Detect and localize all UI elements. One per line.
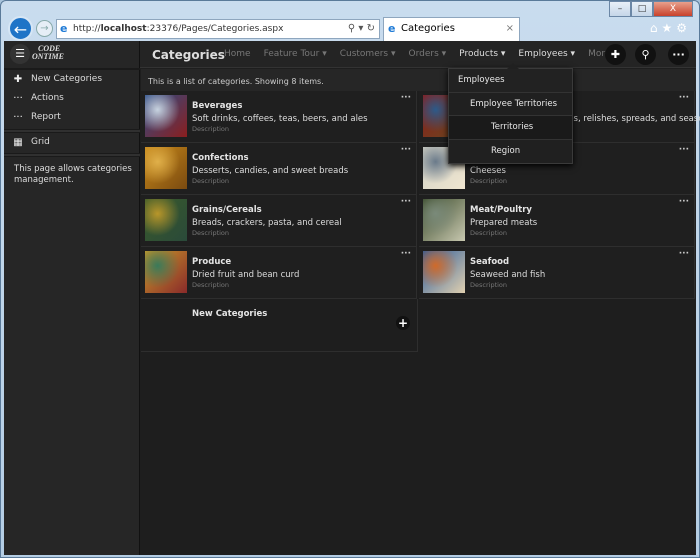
category-description: Soft drinks, coffees, teas, beers, and a… [192, 114, 368, 124]
sidebar-item-grid[interactable]: ▦ Grid [4, 133, 140, 152]
minimize-button[interactable]: – [609, 1, 631, 17]
field-label: Description [470, 177, 508, 185]
category-image [145, 95, 187, 137]
more-icon[interactable]: ··· [679, 145, 689, 155]
category-name: Grains/Cereals [192, 205, 262, 215]
category-name: Seafood [470, 257, 510, 267]
new-categories-card[interactable]: New Categories + [141, 299, 418, 352]
more-icon: ··· [13, 112, 23, 123]
ie-icon: e [388, 22, 396, 35]
category-image [423, 251, 465, 293]
grid-icon: ▦ [13, 137, 23, 148]
browser-tab[interactable]: e Categories × [383, 17, 520, 41]
sidebar: ☰ CODE ONTIME ✚ New Categories ··· Actions … [4, 41, 140, 555]
close-window-button[interactable]: X [653, 1, 693, 17]
nav-products[interactable]: Products ▾ [459, 49, 505, 59]
category-description: Prepared meats [470, 218, 538, 228]
forward-button[interactable]: → [36, 20, 53, 37]
search-button[interactable]: ⚲ [635, 44, 656, 65]
new-card-title: New Categories [192, 309, 268, 319]
menu-item-employee-territories[interactable]: Employee Territories [449, 93, 572, 116]
sidebar-item-label: Report [31, 112, 61, 122]
menu-item-territories[interactable]: Territories [449, 116, 572, 140]
more-icon[interactable]: ··· [401, 145, 411, 155]
browser-window: – □ X ← → e http://localhost:23376/Pages/Ca… [0, 0, 700, 558]
field-label: Description [470, 281, 508, 289]
category-card[interactable]: Grains/Cereals Breads, crackers, pasta, … [141, 195, 417, 247]
tab-title: Categories [401, 23, 455, 34]
employees-dropdown: Employees Employee Territories Territori… [448, 63, 573, 164]
back-button[interactable]: ← [8, 16, 33, 41]
category-name: Meat/Poultry [470, 205, 532, 215]
field-label: Description [192, 125, 230, 133]
more-icon[interactable]: ··· [679, 93, 689, 103]
field-label: Description [470, 229, 508, 237]
category-image [423, 199, 465, 241]
info-bar: This is a list of categories. Showing 8 … [141, 69, 696, 91]
category-name: Beverages [192, 101, 243, 111]
sidebar-item-new-categories[interactable]: ✚ New Categories [4, 70, 140, 89]
plus-icon[interactable]: + [396, 316, 410, 330]
menu-icon[interactable]: ☰ [10, 44, 30, 64]
more-icon[interactable]: ··· [679, 249, 689, 259]
url-host: localhost [100, 24, 147, 34]
category-description: Desserts, candies, and sweet breads [192, 166, 349, 176]
sidebar-item-actions[interactable]: ··· Actions [4, 89, 140, 108]
category-card[interactable]: Meat/Poultry Prepared meats Description … [419, 195, 695, 247]
main-nav: Home Feature Tour ▾ Customers ▾ Orders ▾… [224, 49, 631, 59]
more-icon: ··· [13, 93, 23, 104]
category-image [145, 199, 187, 241]
maximize-button[interactable]: □ [631, 1, 653, 17]
url-path: :23376/Pages/Categories.aspx [146, 24, 284, 34]
home-star-gear-icons[interactable]: ⌂★⚙ [650, 21, 691, 35]
sidebar-item-label: Grid [31, 137, 50, 147]
more-icon[interactable]: ··· [401, 197, 411, 207]
ie-icon: e [60, 22, 68, 35]
window-controls: – □ X [609, 1, 693, 17]
category-image [145, 147, 187, 189]
field-label: Description [192, 177, 230, 185]
category-description: Seaweed and fish [470, 270, 546, 280]
menu-item-employees[interactable]: Employees [449, 69, 572, 93]
category-card[interactable]: Seafood Seaweed and fish Description ··· [419, 247, 695, 299]
code-on-time-logo: CODE ONTIME [32, 44, 65, 61]
sidebar-item-report[interactable]: ··· Report [4, 108, 140, 127]
url-prefix: http:// [73, 24, 101, 34]
nav-home[interactable]: Home [224, 49, 251, 59]
field-label: Description [192, 229, 230, 237]
category-name: Confections [192, 153, 249, 163]
category-description: Dried fruit and bean curd [192, 270, 300, 280]
menu-item-region[interactable]: Region [449, 140, 572, 164]
search-refresh-icon[interactable]: ⚲ ▾ ↻ [348, 20, 375, 38]
nav-customers[interactable]: Customers ▾ [340, 49, 396, 59]
more-icon[interactable]: ··· [679, 197, 689, 207]
category-card[interactable]: Confections Desserts, candies, and sweet… [141, 143, 417, 195]
category-description: Cheeses [470, 166, 506, 176]
add-button[interactable]: ✚ [605, 44, 626, 65]
nav-feature-tour[interactable]: Feature Tour ▾ [264, 49, 327, 59]
more-button[interactable]: ··· [668, 44, 689, 65]
sidebar-item-label: Actions [31, 93, 64, 103]
plus-icon: ✚ [13, 74, 23, 85]
close-tab-icon[interactable]: × [506, 18, 514, 40]
field-label: Description [192, 281, 230, 289]
page-description: This page allows categories management. [14, 164, 132, 185]
more-icon[interactable]: ··· [401, 93, 411, 103]
category-description: Breads, crackers, pasta, and cereal [192, 218, 342, 228]
category-image [145, 251, 187, 293]
more-icon[interactable]: ··· [401, 249, 411, 259]
nav-orders[interactable]: Orders ▾ [409, 49, 447, 59]
category-card[interactable]: Produce Dried fruit and bean curd Descri… [141, 247, 417, 299]
nav-employees[interactable]: Employees ▾ [518, 49, 575, 59]
address-bar[interactable]: e http://localhost:23376/Pages/Categories… [56, 19, 380, 39]
category-name: Produce [192, 257, 232, 267]
app: ☰ CODE ONTIME ✚ New Categories ··· Actions … [4, 41, 700, 555]
category-card[interactable]: Beverages Soft drinks, coffees, teas, be… [141, 91, 417, 143]
sidebar-item-label: New Categories [31, 74, 103, 84]
page-title: Categories [152, 48, 225, 62]
